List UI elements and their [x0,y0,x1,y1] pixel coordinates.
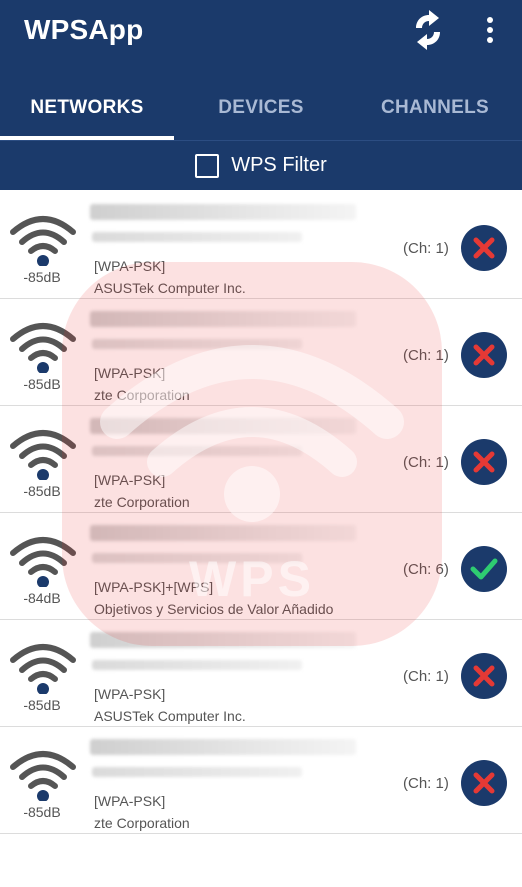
network-row[interactable]: -84dB [WPA-PSK]+[WPS] Objetivos y Servicio… [0,513,522,620]
signal-strength: -85dB [23,269,61,285]
close-icon [473,344,495,366]
app-bar: WPSApp NETWORKS DEVICES CHANNELS [0,0,522,140]
status-fail-button[interactable] [461,332,507,378]
status-fail-button[interactable] [461,225,507,271]
check-icon [470,558,498,580]
channel-label: (Ch: 1) [403,454,449,471]
status-fail-button[interactable] [461,760,507,806]
security-type: [WPA-PSK] [94,258,166,274]
ssid-redacted [90,525,356,541]
tab-devices[interactable]: DEVICES [174,76,348,140]
refresh-button[interactable] [404,6,452,54]
network-row[interactable]: -85dB [WPA-PSK] zte Corporation (Ch: 1) [0,727,522,834]
vendor-name: zte Corporation [94,387,190,403]
security-type: [WPA-PSK] [94,793,166,809]
security-type: [WPA-PSK] [94,365,166,381]
security-type: [WPA-PSK] [94,686,166,702]
vendor-name: Objetivos y Servicios de Valor Añadido [94,601,334,617]
ssid-redacted [90,739,356,755]
signal-strength: -85dB [23,483,61,499]
overflow-menu-button[interactable] [474,10,506,50]
ssid-redacted [90,204,356,220]
signal-strength: -85dB [23,804,61,820]
wps-filter-bar[interactable]: WPS Filter [0,140,522,190]
bssid-redacted [92,553,302,563]
bssid-redacted [92,767,302,777]
status-fail-button[interactable] [461,653,507,699]
refresh-icon [416,10,440,50]
network-row[interactable]: -85dB [WPA-PSK] ASUSTek Computer Inc. (Ch: … [0,192,522,299]
close-icon [473,772,495,794]
bssid-redacted [92,339,302,349]
network-row[interactable]: -85dB [WPA-PSK] zte Corporation (Ch: 1) [0,299,522,406]
wps-filter-label: WPS Filter [231,154,327,176]
close-icon [473,237,495,259]
tab-networks[interactable]: NETWORKS [0,76,174,140]
status-fail-button[interactable] [461,439,507,485]
ssid-redacted [90,632,356,648]
security-type: [WPA-PSK]+[WPS] [94,579,214,595]
ssid-redacted [90,311,356,327]
signal-strength: -85dB [23,376,61,392]
channel-label: (Ch: 1) [403,668,449,685]
status-ok-button[interactable] [461,546,507,592]
signal-strength: -84dB [23,590,61,606]
channel-label: (Ch: 6) [403,561,449,578]
vendor-name: zte Corporation [94,815,190,831]
tab-channels[interactable]: CHANNELS [348,76,522,140]
bssid-redacted [92,232,302,242]
bssid-redacted [92,660,302,670]
network-row[interactable]: -85dB [WPA-PSK] zte Corporation (Ch: 1) [0,406,522,513]
channel-label: (Ch: 1) [403,347,449,364]
vendor-name: ASUSTek Computer Inc. [94,280,246,296]
close-icon [473,451,495,473]
bssid-redacted [92,446,302,456]
close-icon [473,665,495,687]
vendor-name: zte Corporation [94,494,190,510]
network-list: -85dB [WPA-PSK] ASUSTek Computer Inc. (Ch: … [0,192,522,834]
wps-filter-checkbox[interactable] [195,153,220,178]
channel-label: (Ch: 1) [403,240,449,257]
ssid-redacted [90,418,356,434]
security-type: [WPA-PSK] [94,472,166,488]
more-vert-icon [487,17,493,43]
network-row[interactable]: -85dB [WPA-PSK] ASUSTek Computer Inc. (Ch: … [0,620,522,727]
channel-label: (Ch: 1) [403,775,449,792]
app-title: WPSApp [24,14,144,45]
tab-bar: NETWORKS DEVICES CHANNELS [0,76,522,140]
signal-strength: -85dB [23,697,61,713]
vendor-name: ASUSTek Computer Inc. [94,708,246,724]
